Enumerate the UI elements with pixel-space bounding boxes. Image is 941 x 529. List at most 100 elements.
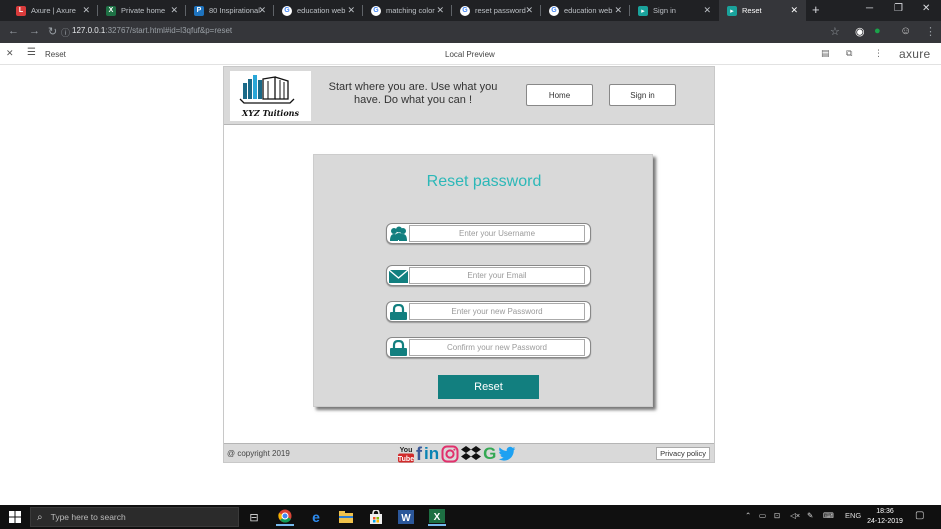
copyright-text: @ copyright 2019 <box>227 449 290 458</box>
users-icon <box>390 226 407 241</box>
tab-reset-password[interactable]: G reset password ✕ <box>452 0 541 21</box>
tab-title: education web <box>564 6 613 15</box>
twitter-icon[interactable] <box>498 446 516 462</box>
scale-icon[interactable]: ⧉ <box>846 48 852 59</box>
sitemap-menu-icon[interactable]: ☰ <box>27 47 36 58</box>
notes-icon[interactable]: ▤ <box>821 48 830 59</box>
envelope-icon <box>389 269 408 283</box>
volume-icon[interactable]: ◁× <box>790 511 800 520</box>
tab-close-icon[interactable]: ✕ <box>436 5 444 16</box>
excel-taskbar-icon[interactable]: X <box>428 508 446 526</box>
site-header: XYZ Tuitions Start where you are. Use wh… <box>224 67 714 125</box>
tab-close-icon[interactable]: ✕ <box>347 5 355 16</box>
taskbar-clock[interactable]: 18:36 24-12-2019 <box>862 507 908 527</box>
youtube-icon-bottom: Tube <box>398 456 414 463</box>
tab-private-home[interactable]: X Private home ✕ <box>98 0 186 21</box>
tab-close-icon[interactable]: ✕ <box>703 5 711 16</box>
tab-title: Private home <box>121 6 166 15</box>
username-input[interactable] <box>409 225 585 242</box>
tab-title: matching color <box>386 6 435 15</box>
reset-password-panel: Reset password Enter your Username Enter… <box>313 154 653 407</box>
google-favicon-icon: G <box>460 5 470 16</box>
windows-start-icon[interactable] <box>9 511 21 523</box>
window-close-icon[interactable]: ✕ <box>922 3 930 14</box>
instagram-icon[interactable] <box>441 445 459 463</box>
taskbar-search-box[interactable]: ⌕ Type here to search <box>30 507 239 527</box>
confirm-password-input[interactable] <box>409 339 585 356</box>
page-name: Reset <box>45 50 66 59</box>
windows-taskbar: ⌕ Type here to search ⊟ e W X ⌃ ▭ ⊡ ◁× ✎… <box>0 505 941 529</box>
confirm-password-field <box>386 337 591 358</box>
keyboard-icon[interactable]: ⌨ <box>823 511 834 520</box>
sign-in-button[interactable]: Sign in <box>609 84 676 106</box>
chrome-menu-icon[interactable]: ⋮ <box>925 25 936 38</box>
username-field <box>386 223 591 244</box>
restore-icon[interactable]: ❐ <box>894 3 903 14</box>
minimize-icon[interactable]: ─ <box>866 3 873 14</box>
profile-avatar[interactable]: ☺ <box>900 25 911 37</box>
axure-logo: axure <box>899 47 931 61</box>
edge-taskbar-icon[interactable]: e <box>307 508 325 526</box>
bookmark-star-icon[interactable]: ☆ <box>830 25 840 38</box>
svg-text:X: X <box>434 512 441 523</box>
input-language[interactable]: ENG <box>845 511 861 520</box>
forward-icon[interactable]: → <box>29 25 40 37</box>
tab-close-icon[interactable]: ✕ <box>525 5 533 16</box>
axure-play-favicon-icon: ▸ <box>727 5 737 16</box>
tab-title: reset password <box>475 6 526 15</box>
home-button[interactable]: Home <box>526 84 593 106</box>
tab-axure[interactable]: L Axure | Axure ✕ <box>8 0 98 21</box>
battery-icon[interactable]: ▭ <box>759 511 766 520</box>
tab-close-icon[interactable]: ✕ <box>790 5 798 16</box>
google-favicon-icon: G <box>371 5 381 16</box>
google-plus-icon[interactable]: G <box>483 444 496 463</box>
tab-reset[interactable]: ▸ Reset ✕ <box>719 0 806 21</box>
more-options-icon[interactable]: ⋮ <box>874 48 883 59</box>
tab-close-icon[interactable]: ✕ <box>614 5 622 16</box>
tab-education-web-2[interactable]: G education web ✕ <box>541 0 630 21</box>
new-password-input[interactable] <box>409 303 585 320</box>
tab-matching-color[interactable]: G matching color ✕ <box>363 0 452 21</box>
linkedin-icon[interactable]: in <box>424 444 439 463</box>
tab-education-web-1[interactable]: G education web ✕ <box>274 0 363 21</box>
axure-preview-bar: ✕ ☰ Reset Local Preview ▤ ⧉ ⋮ axure <box>0 43 941 65</box>
new-tab-icon[interactable]: + <box>812 2 820 17</box>
tab-inspirational[interactable]: P 80 Inspirational ✕ <box>186 0 274 21</box>
clock-time: 18:36 <box>876 508 894 515</box>
privacy-policy-link[interactable]: Privacy policy <box>656 447 710 460</box>
close-sitemap-icon[interactable]: ✕ <box>6 48 14 59</box>
notifications-icon[interactable]: ▢ <box>915 510 924 521</box>
email-field <box>386 265 591 286</box>
pen-icon[interactable]: ✎ <box>807 511 813 520</box>
back-icon[interactable]: ← <box>8 25 19 37</box>
reset-button[interactable]: Reset <box>438 375 539 399</box>
site-footer: @ copyright 2019 You Tube f in G Privacy… <box>224 443 714 463</box>
word-taskbar-icon[interactable]: W <box>397 508 415 526</box>
tray-overflow-icon[interactable]: ⌃ <box>745 511 751 520</box>
reload-icon[interactable]: ↻ <box>48 25 57 38</box>
store-taskbar-icon[interactable] <box>367 508 385 526</box>
lock-icon <box>390 340 407 356</box>
task-view-icon[interactable]: ⊟ <box>245 508 263 526</box>
site-logo[interactable]: XYZ Tuitions <box>230 71 311 121</box>
taskbar-search-placeholder: Type here to search <box>50 512 126 522</box>
dropbox-icon[interactable] <box>461 445 482 463</box>
axure-play-favicon-icon: ▸ <box>638 5 648 16</box>
extension-icon[interactable]: ◉ <box>855 25 865 38</box>
tab-close-icon[interactable]: ✕ <box>82 5 90 16</box>
network-icon[interactable]: ⊡ <box>774 511 780 520</box>
tab-close-icon[interactable]: ✕ <box>170 5 178 16</box>
facebook-icon[interactable]: f <box>416 445 422 463</box>
tab-close-icon[interactable]: ✕ <box>258 5 266 16</box>
address-bar[interactable]: 127.0.0.1:32767/start.html#id=l3qfuf&p=r… <box>72 26 232 35</box>
email-input[interactable] <box>409 267 585 284</box>
grammarly-icon[interactable]: ● <box>874 25 881 37</box>
excel-favicon-icon: X <box>106 5 116 16</box>
lock-icon <box>390 304 407 320</box>
chrome-taskbar-icon[interactable] <box>276 508 294 526</box>
tab-sign-in[interactable]: ▸ Sign in ✕ <box>630 0 719 21</box>
axure-favicon-icon: L <box>16 5 26 16</box>
youtube-icon[interactable]: You Tube <box>397 445 415 463</box>
info-icon[interactable]: ⓘ <box>61 26 70 39</box>
file-explorer-icon[interactable] <box>337 508 355 526</box>
